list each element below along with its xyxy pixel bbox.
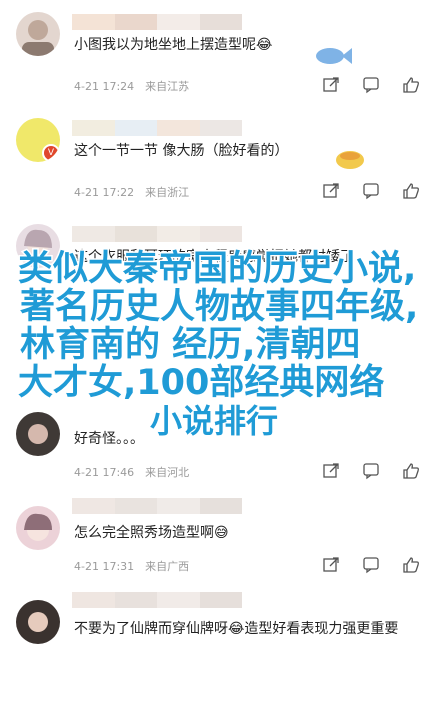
- share-icon[interactable]: [322, 556, 340, 574]
- comment-text: 怎么完全照秀场造型啊😅: [74, 525, 229, 541]
- verified-badge: V: [42, 144, 60, 162]
- overlay-line: 大才女,100部经典网络: [17, 363, 386, 404]
- like-icon[interactable]: [402, 462, 420, 480]
- avatar-image: [24, 229, 52, 255]
- comment-icon[interactable]: [362, 76, 380, 94]
- like-icon[interactable]: [402, 76, 420, 94]
- like-icon[interactable]: [402, 556, 420, 574]
- share-icon[interactable]: [322, 182, 340, 200]
- comment-icon[interactable]: [362, 462, 380, 480]
- comment-item: V 这个一节一节 像大肠（脸好看的） 4-21 17:22 来自浙江: [0, 106, 436, 224]
- comment-item: 不要为了仙牌而穿仙牌呀😂造型好看表现力强更重要: [0, 588, 436, 706]
- fish-sticker-icon: [316, 48, 352, 64]
- share-icon[interactable]: [322, 462, 340, 480]
- avatar-image: [24, 513, 52, 541]
- food-sticker-icon: [336, 151, 364, 169]
- avatar[interactable]: [16, 600, 60, 644]
- avatar[interactable]: [16, 224, 60, 268]
- username-blurred: [72, 120, 242, 136]
- avatar-image: [22, 20, 54, 56]
- comment-text: 这个衣服和耳环的宽大程度感觉把她都衬矮了: [74, 249, 354, 265]
- avatar[interactable]: [16, 412, 60, 456]
- comment-meta: 4-21 17:24 来自江苏: [74, 80, 190, 93]
- comment-meta: 4-21 17:22 来自浙江: [74, 186, 190, 199]
- comment-meta: 4-21 17:31 来自广西: [74, 560, 190, 573]
- avatar-image: [28, 612, 48, 632]
- avatar[interactable]: V: [16, 118, 60, 162]
- username-blurred: [72, 14, 242, 30]
- like-icon[interactable]: [402, 182, 420, 200]
- username-blurred: [72, 498, 242, 514]
- avatar[interactable]: [16, 506, 60, 550]
- avatar-image: [28, 424, 48, 444]
- username-blurred: [72, 226, 242, 242]
- comment-text: 小图我以为地坐地上摆造型呢😂: [74, 37, 273, 53]
- avatar[interactable]: [16, 12, 60, 56]
- comment-icon[interactable]: [362, 182, 380, 200]
- comment-text: 不要为了仙牌而穿仙牌呀😂造型好看表现力强更重要: [74, 621, 399, 637]
- share-icon[interactable]: [322, 76, 340, 94]
- comment-meta: 4-21 17:46 来自河北: [74, 466, 190, 479]
- comment-item: 这个衣服和耳环的宽大程度感觉把她都衬矮了: [0, 212, 436, 330]
- comment-text: 好奇怪。。。: [74, 431, 144, 447]
- username-blurred: [72, 592, 242, 608]
- comment-icon[interactable]: [362, 556, 380, 574]
- overlay-line: 林育南的 经历,清朝四: [19, 325, 362, 366]
- comment-item: 小图我以为地坐地上摆造型呢😂 4-21 17:24 来自江苏: [0, 0, 436, 118]
